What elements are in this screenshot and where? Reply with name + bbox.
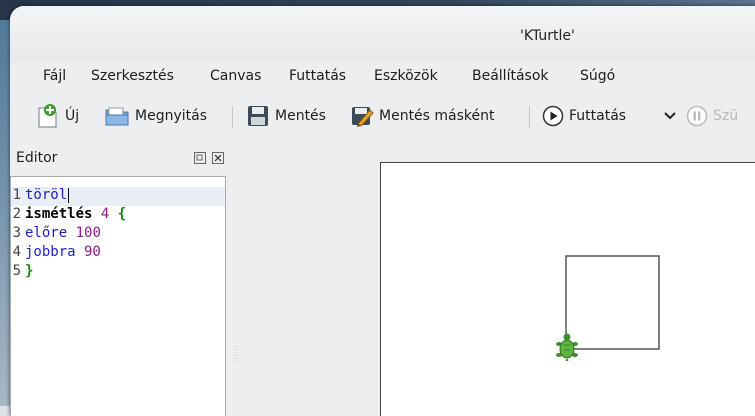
code-editor[interactable]: 1 töröl 2 ismétlés 4 {3 előre 100 4 jobbra 90 5… bbox=[10, 176, 226, 416]
editor-dock: Editor 1 töröl 2 ismétlés 4 {3 előre 100 4 job… bbox=[10, 146, 228, 416]
save-disk-icon bbox=[246, 104, 270, 128]
main-toolbar: Új Megnyitás Mentés Mentés másként Futta… bbox=[10, 100, 755, 134]
code-token: } bbox=[25, 263, 34, 279]
code-token: 100 bbox=[67, 225, 101, 241]
code-token: 90 bbox=[75, 244, 101, 260]
code-token: töröl bbox=[25, 187, 68, 203]
code-token: előre bbox=[25, 225, 68, 241]
panel-splitter[interactable] bbox=[232, 146, 240, 416]
code-token: { bbox=[117, 206, 127, 222]
code-text: töröl bbox=[25, 187, 70, 203]
save-button-label: Mentés bbox=[275, 108, 326, 124]
open-folder-icon bbox=[104, 104, 130, 128]
open-button[interactable]: Megnyitás bbox=[104, 100, 207, 132]
code-text: ismétlés 4 { bbox=[25, 206, 126, 222]
menu-settings[interactable]: Beállítások bbox=[472, 68, 549, 84]
kturtle-window: 'KTurtle' Fájl Szerkesztés Canvas Futtat… bbox=[10, 6, 755, 416]
pause-button-label: Szü bbox=[713, 108, 739, 124]
menu-bar: Fájl Szerkesztés Canvas Futtatás Eszközö… bbox=[10, 64, 755, 86]
save-button[interactable]: Mentés bbox=[246, 100, 326, 132]
text-cursor bbox=[68, 187, 70, 203]
window-title: 'KTurtle' bbox=[520, 28, 575, 44]
code-token: ismétlés bbox=[25, 206, 93, 222]
turtle-canvas[interactable] bbox=[380, 162, 755, 416]
line-number: 5 bbox=[12, 263, 21, 279]
run-speed-dropdown[interactable] bbox=[664, 100, 676, 132]
pause-icon bbox=[686, 105, 708, 127]
code-text: jobbra 90 bbox=[25, 244, 101, 260]
toolbar-separator bbox=[529, 106, 530, 128]
run-button-label: Futtatás bbox=[569, 108, 627, 124]
save-as-icon bbox=[350, 104, 374, 128]
menu-file[interactable]: Fájl bbox=[43, 68, 66, 84]
save-as-button[interactable]: Mentés másként bbox=[350, 100, 495, 132]
line-number: 1 bbox=[12, 187, 21, 203]
chevron-down-icon bbox=[664, 111, 676, 121]
play-icon bbox=[542, 105, 564, 127]
line-number: 2 bbox=[12, 206, 21, 222]
code-text: } bbox=[25, 263, 33, 279]
menu-edit[interactable]: Szerkesztés bbox=[91, 68, 174, 84]
menu-help[interactable]: Súgó bbox=[580, 68, 615, 84]
code-token: 4 bbox=[92, 206, 118, 222]
new-button-label: Új bbox=[65, 108, 80, 124]
code-token: jobbra bbox=[25, 244, 76, 260]
line-number: 3 bbox=[12, 225, 21, 241]
code-text: előre 100 bbox=[25, 225, 101, 241]
new-file-icon bbox=[36, 103, 60, 129]
toolbar-separator bbox=[232, 106, 233, 128]
close-dock-icon[interactable] bbox=[212, 152, 224, 164]
turtle-icon bbox=[556, 333, 578, 361]
menu-run[interactable]: Futtatás bbox=[289, 68, 346, 84]
pause-button[interactable]: Szü bbox=[686, 100, 738, 132]
canvas-area bbox=[240, 144, 755, 416]
save-as-button-label: Mentés másként bbox=[379, 108, 495, 124]
editor-dock-title: Editor bbox=[16, 150, 58, 166]
run-button[interactable]: Futtatás bbox=[542, 100, 626, 132]
float-dock-icon[interactable] bbox=[194, 152, 206, 164]
drawn-square bbox=[565, 255, 660, 350]
title-bar: 'KTurtle' bbox=[10, 6, 755, 62]
new-button[interactable]: Új bbox=[36, 100, 79, 132]
open-button-label: Megnyitás bbox=[135, 108, 207, 124]
menu-tools[interactable]: Eszközök bbox=[374, 68, 438, 84]
editor-dock-header: Editor bbox=[10, 150, 228, 168]
line-number: 4 bbox=[12, 244, 21, 260]
menu-canvas[interactable]: Canvas bbox=[210, 68, 261, 84]
